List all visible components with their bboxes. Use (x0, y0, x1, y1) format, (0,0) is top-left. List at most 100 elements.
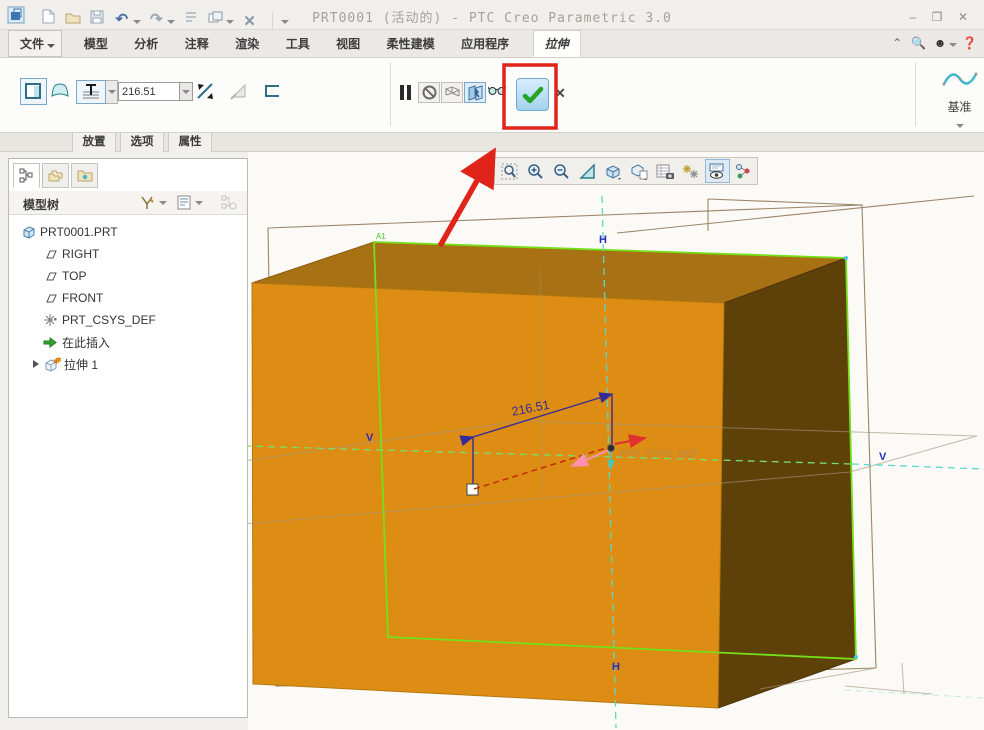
tree-item-label: FRONT (62, 291, 104, 305)
tab-properties[interactable]: 属性 (168, 133, 212, 152)
tree-item-front-plane[interactable]: FRONT (9, 287, 247, 309)
datum-display-icon (683, 164, 698, 178)
refit-button[interactable] (497, 159, 522, 183)
repaint-button[interactable] (575, 159, 600, 183)
model-tree-tab[interactable] (13, 163, 40, 188)
title-bar: ↶ ↷ 🗙 PRT0001 (活动的) - PTC Creo Parametri… (0, 0, 984, 32)
no-preview-icon (422, 85, 436, 100)
search-icon[interactable]: 🔍 (910, 36, 927, 50)
surface-button[interactable] (50, 82, 70, 98)
insert-here-icon (41, 336, 59, 348)
depth-type-caret[interactable] (106, 80, 118, 104)
tree-item-right-plane[interactable]: RIGHT (9, 243, 247, 265)
tree-item-part[interactable]: PRT0001.PRT (9, 221, 247, 243)
tab-view[interactable]: 视图 (325, 31, 371, 58)
view-manager-button[interactable] (653, 159, 678, 183)
minimize-button[interactable]: – (902, 8, 924, 26)
tree-settings-icon (221, 195, 237, 210)
depth-type-button[interactable] (76, 80, 106, 104)
tree-item-label: PRT0001.PRT (40, 225, 118, 239)
account-caret-icon[interactable] (948, 43, 957, 47)
tab-model[interactable]: 模型 (73, 31, 119, 58)
tree-item-csys[interactable]: PRT_CSYS_DEF (9, 309, 247, 331)
view-manager-icon (656, 164, 674, 179)
tab-tools[interactable]: 工具 (275, 31, 321, 58)
spin-center-icon (736, 163, 750, 178)
depth-value-caret[interactable] (180, 82, 193, 101)
wireframe-preview-button[interactable] (441, 82, 463, 103)
cancel-button[interactable]: ✕ (551, 85, 569, 103)
tab-annotate[interactable]: 注释 (174, 31, 220, 58)
spin-center-button[interactable] (731, 159, 756, 183)
saved-orientations-button[interactable] (627, 159, 652, 183)
account-icon[interactable]: ☻ (932, 36, 949, 50)
verify-button[interactable] (488, 85, 506, 96)
datum-curve-icon (942, 72, 977, 86)
model-tree-tab-icon (19, 168, 33, 183)
depth-blind-icon (83, 84, 99, 99)
flip-direction-button[interactable] (194, 80, 216, 102)
tree-item-label: PRT_CSYS_DEF (62, 313, 156, 327)
annotation-display-icon (709, 163, 724, 179)
datum-divider (915, 62, 916, 126)
close-button[interactable]: ✕ (952, 8, 974, 26)
favorites-tab[interactable] (71, 163, 98, 188)
tree-item-label: 在此插入 (62, 335, 111, 350)
display-style-button[interactable] (601, 159, 626, 183)
zoom-out-button[interactable] (549, 159, 574, 183)
model-tree-title: 模型树 (23, 198, 60, 212)
tab-applications[interactable]: 应用程序 (450, 31, 520, 58)
solid-icon (25, 83, 41, 99)
dashboard-tab-strip: 放置 选项 属性 (0, 133, 984, 152)
folder-browser-tab[interactable] (42, 163, 69, 188)
tab-render[interactable]: 渲染 (224, 31, 270, 58)
tab-options[interactable]: 选项 (120, 133, 164, 152)
tab-file[interactable]: 文件 (8, 30, 63, 57)
repaint-icon (578, 162, 595, 179)
thicken-sketch-icon (265, 85, 279, 97)
wireframe-preview-icon (444, 86, 460, 97)
datum-group[interactable]: 基准 (935, 60, 984, 132)
display-style-icon (606, 164, 621, 180)
datum-display-button[interactable] (679, 159, 704, 183)
ok-button[interactable] (516, 78, 549, 111)
help-icon[interactable]: ❓ (961, 36, 978, 50)
shaded-preview-button[interactable] (464, 82, 486, 103)
solid-button[interactable] (20, 78, 47, 105)
tree-item-top-plane[interactable]: TOP (9, 265, 247, 287)
tree-columns-icon[interactable] (177, 195, 191, 210)
ribbon-utilities: ⌃ 🔍 ☻ ❓ (889, 34, 978, 52)
graphics-area[interactable] (248, 152, 984, 730)
remove-material-icon (230, 83, 246, 100)
maximize-button[interactable]: ❐ (926, 8, 948, 26)
tree-item-insert-here[interactable]: 在此插入 (9, 331, 247, 353)
tree-filters-icon[interactable] (139, 195, 155, 210)
surface-icon (51, 83, 69, 97)
datum-caret-icon[interactable] (955, 124, 964, 128)
depth-value-input[interactable] (118, 82, 180, 101)
tree-columns-caret[interactable] (195, 201, 203, 205)
tab-analysis[interactable]: 分析 (123, 31, 169, 58)
no-preview-button[interactable] (418, 82, 440, 103)
csys-icon (41, 313, 59, 327)
refit-icon (501, 163, 517, 179)
annotation-display-button[interactable] (704, 159, 730, 183)
window-title: PRT0001 (活动的) - PTC Creo Parametric 3.0 (312, 11, 672, 26)
ribbon-tab-row: 文件 模型 分析 注释 渲染 工具 视图 柔性建模 应用程序 拉伸 (0, 30, 984, 58)
navigator-panel: 模型树 PRT0001.PRT RIGHT TOP FRONT PRT_CSYS… (8, 158, 248, 718)
zoom-in-button[interactable] (523, 159, 548, 183)
model-tree-header: 模型树 (9, 191, 247, 215)
tree-item-extrude1[interactable]: ✱ ✱ 拉伸 1 (9, 353, 247, 375)
expand-arrow-icon[interactable] (29, 360, 43, 368)
tab-flexible-modeling[interactable]: 柔性建模 (376, 31, 446, 58)
svg-text:✱: ✱ (56, 357, 61, 364)
tree-filters-caret[interactable] (159, 201, 167, 205)
remove-material-button[interactable] (230, 82, 250, 100)
tab-extrude-active[interactable]: 拉伸 (532, 30, 581, 57)
collapse-ribbon-icon[interactable]: ⌃ (889, 36, 906, 50)
thicken-sketch-button[interactable] (263, 84, 281, 98)
model-tree: PRT0001.PRT RIGHT TOP FRONT PRT_CSYS_DEF (9, 221, 247, 375)
tab-placement[interactable]: 放置 (72, 133, 116, 152)
part-icon (19, 225, 37, 239)
pause-button[interactable] (399, 84, 412, 101)
